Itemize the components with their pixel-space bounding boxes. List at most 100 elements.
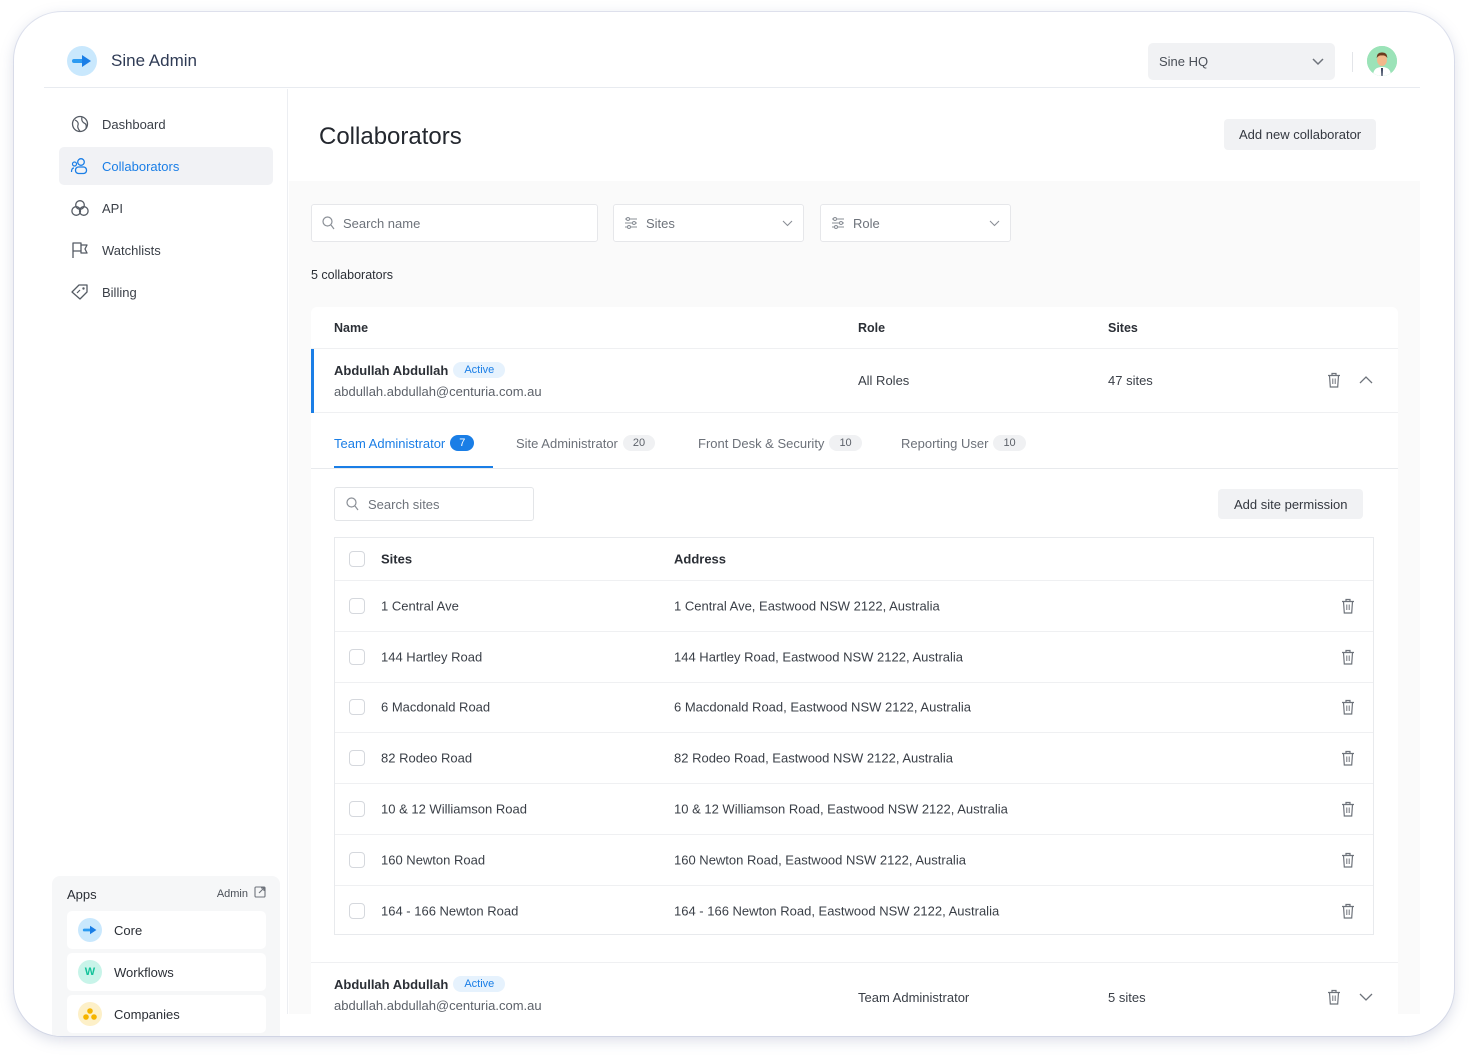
column-header-sites: Sites [1108, 321, 1138, 335]
sidebar-item-label: Billing [102, 284, 137, 300]
sliders-icon [624, 217, 638, 229]
search-icon [346, 497, 359, 511]
sidebar-item-watchlists[interactable]: Watchlists [59, 231, 273, 269]
trash-icon[interactable] [1341, 852, 1355, 868]
select-all-checkbox[interactable] [349, 551, 365, 567]
chevron-up-icon[interactable] [1359, 376, 1373, 384]
page-title: Collaborators [319, 123, 462, 150]
site-address: 144 Hartley Road, Eastwood NSW 2122, Aus… [674, 649, 964, 665]
sidebar-item-dashboard[interactable]: Dashboard [59, 105, 273, 143]
role-filter-label: Role [853, 215, 880, 231]
row-checkbox[interactable] [349, 750, 365, 767]
sidebar-item-label: Collaborators [102, 158, 180, 174]
row-checkbox[interactable] [349, 699, 365, 716]
row-checkbox[interactable] [349, 648, 365, 665]
tab-team-administrator[interactable]: Team Administrator 7 [334, 435, 475, 451]
app-name: Sine Admin [111, 51, 197, 70]
trash-icon[interactable] [1327, 372, 1341, 388]
top-header: Sine Admin Sine HQ [44, 42, 1420, 88]
sidebar-item-collaborators[interactable]: Collaborators [59, 147, 273, 185]
tab-reporting-user[interactable]: Reporting User 10 [901, 435, 1026, 451]
app-item-companies[interactable]: Companies [67, 995, 266, 1033]
trash-icon[interactable] [1341, 801, 1355, 817]
trash-icon[interactable] [1327, 989, 1341, 1005]
site-address: 6 Macdonald Road, Eastwood NSW 2122, Aus… [674, 699, 972, 715]
trash-icon[interactable] [1341, 903, 1355, 919]
collaborator-count: 5 collaborators [311, 268, 393, 282]
app-window: Sine Admin Sine HQ Dashboard Collaborato… [14, 12, 1454, 1036]
tab-count-badge: 10 [829, 435, 862, 451]
site-row[interactable]: 164 - 166 Newton Road 164 - 166 Newton Ro… [335, 885, 1373, 936]
column-header-address: Address [674, 551, 727, 567]
collaborator-row[interactable]: Abdullah Abdullah Active abdullah.abdull… [311, 349, 1398, 413]
active-tab-indicator [334, 466, 493, 468]
site-row[interactable]: 82 Rodeo Road 82 Rodeo Road, Eastwood NSW… [335, 733, 1373, 785]
tab-site-administrator[interactable]: Site Administrator 20 [516, 435, 656, 451]
search-name-input[interactable]: Search name [311, 204, 598, 242]
add-collaborator-button[interactable]: Add new collaborator [1224, 119, 1377, 150]
row-checkbox[interactable] [349, 598, 365, 614]
flag-icon [70, 240, 90, 260]
role-filter-dropdown[interactable]: Role [820, 204, 1011, 242]
globe-icon [70, 114, 90, 134]
sine-logo-icon [67, 46, 97, 76]
sidebar-item-billing[interactable]: Billing [59, 273, 273, 311]
column-header-role: Role [858, 321, 886, 335]
site-row[interactable]: 144 Hartley Road 144 Hartley Road, Eastwo… [335, 632, 1373, 683]
external-link-icon [254, 886, 266, 901]
app-item-workflows[interactable]: W Workflows [67, 953, 266, 991]
row-checkbox[interactable] [349, 851, 365, 868]
chevron-down-icon[interactable] [1359, 993, 1373, 1001]
app-item-label: Companies [114, 1006, 180, 1022]
site-name: 1 Central Ave [381, 598, 459, 614]
admin-link-label: Admin [216, 887, 248, 900]
sidebar-item-label: API [102, 200, 123, 216]
admin-link[interactable]: Admin [217, 886, 266, 901]
site-address: 1 Central Ave, Eastwood NSW 2122, Austra… [674, 598, 940, 614]
row-checkbox[interactable] [349, 902, 365, 919]
tab-count-badge: 7 [450, 435, 475, 451]
sine-arrow-icon [78, 918, 102, 942]
trash-icon[interactable] [1341, 649, 1355, 665]
search-sites-input[interactable]: Search sites [334, 487, 534, 521]
site-row[interactable]: 160 Newton Road 160 Newton Road, Eastwood… [335, 835, 1373, 886]
tab-front-desk-security[interactable]: Front Desk & Security 10 [698, 435, 862, 451]
app-item-core[interactable]: Core [67, 911, 266, 949]
brand[interactable]: Sine Admin [67, 46, 197, 76]
chevron-down-icon [782, 220, 793, 227]
sidebar-item-api[interactable]: API [59, 189, 273, 227]
trash-icon[interactable] [1341, 699, 1355, 715]
collaborator-email: abdullah.abdullah@centuria.com.au [334, 384, 542, 399]
row-checkbox[interactable] [349, 800, 365, 817]
site-name: 10 & 12 Williamson Road [381, 801, 527, 817]
sidebar: Dashboard Collaborators API Watchlists B… [44, 89, 288, 1036]
sites-filter-dropdown[interactable]: Sites [613, 204, 804, 242]
trash-icon[interactable] [1341, 750, 1355, 766]
tab-label: Team Administrator [334, 435, 446, 451]
search-sites-placeholder: Search sites [368, 496, 440, 512]
collaborator-row[interactable]: Abdullah Abdullah Active abdullah.abdull… [311, 962, 1398, 1026]
trash-icon[interactable] [1341, 598, 1355, 614]
site-row[interactable]: 6 Macdonald Road 6 Macdonald Road, Eastwo… [335, 682, 1373, 734]
add-site-permission-button[interactable]: Add site permission [1218, 489, 1364, 519]
chevron-down-icon [1312, 54, 1324, 69]
column-header-name: Name [334, 321, 369, 335]
selected-row-indicator [311, 349, 314, 413]
sites-table-header: Sites Address [335, 538, 1373, 581]
app-item-label: Core [114, 922, 143, 938]
site-selector[interactable]: Sine HQ [1148, 43, 1335, 80]
user-avatar[interactable] [1367, 46, 1397, 76]
tab-label: Front Desk & Security [698, 435, 825, 451]
collaborator-name: Abdullah Abdullah [334, 976, 449, 992]
site-address: 164 - 166 Newton Road, Eastwood NSW 2122… [674, 903, 1000, 919]
site-row[interactable]: 10 & 12 Williamson Road 10 & 12 Williamso… [335, 784, 1373, 835]
companies-triangle-icon [78, 1002, 102, 1026]
sliders-icon [831, 217, 845, 229]
site-address: 160 Newton Road, Eastwood NSW 2122, Aust… [674, 852, 966, 867]
site-name: 164 - 166 Newton Road [381, 903, 519, 919]
status-badge: Active [453, 976, 506, 992]
site-name: 160 Newton Road [381, 852, 486, 867]
site-address: 10 & 12 Williamson Road, Eastwood NSW 21… [674, 801, 1008, 817]
site-row[interactable]: 1 Central Ave 1 Central Ave, Eastwood NSW… [335, 581, 1373, 632]
collaborator-name-cell: Abdullah Abdullah Active [334, 976, 506, 992]
